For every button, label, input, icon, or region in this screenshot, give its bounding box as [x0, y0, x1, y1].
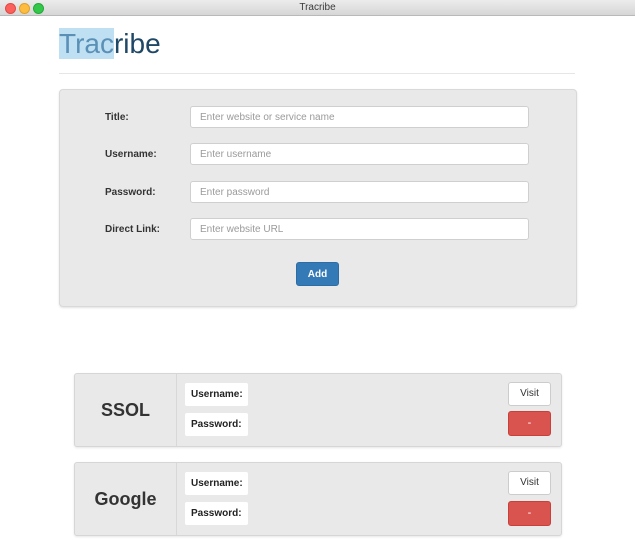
password-row: Password:	[60, 181, 576, 205]
remove-button[interactable]: -	[508, 501, 551, 526]
direct-link-input[interactable]	[190, 218, 529, 240]
direct-link-row: Direct Link:	[60, 218, 576, 242]
visit-button[interactable]: Visit	[508, 382, 551, 406]
username-field-label: Username:	[191, 389, 243, 400]
password-input[interactable]	[190, 181, 529, 203]
entry-name: SSOL	[75, 374, 177, 446]
username-label: Username:	[105, 149, 157, 160]
password-field[interactable]: Password:	[185, 502, 248, 525]
title-label: Title:	[105, 112, 129, 123]
username-field[interactable]: Username:	[185, 383, 248, 406]
username-input[interactable]	[190, 143, 529, 165]
password-label: Password:	[105, 187, 156, 198]
direct-link-label: Direct Link:	[105, 224, 161, 235]
password-field-label: Password:	[191, 508, 242, 519]
title-row: Title:	[60, 106, 576, 130]
entry-name: Google	[75, 463, 177, 535]
logo-text: ribe	[113, 28, 161, 59]
header-divider	[59, 73, 575, 74]
password-field-label: Password:	[191, 419, 242, 430]
add-button[interactable]: Add	[296, 262, 339, 286]
username-field-label: Username:	[191, 478, 243, 489]
title-input[interactable]	[190, 106, 529, 128]
username-row: Username:	[60, 143, 576, 167]
logo-selected-text: Trac	[59, 28, 114, 59]
entry-card-ssol: SSOL Username: Password: Visit -	[74, 373, 562, 447]
username-field[interactable]: Username:	[185, 472, 248, 495]
visit-button[interactable]: Visit	[508, 471, 551, 495]
window-title: Tracribe	[299, 2, 336, 13]
remove-button[interactable]: -	[508, 411, 551, 436]
window-titlebar: Tracribe	[0, 0, 635, 16]
entry-card-google: Google Username: Password: Visit -	[74, 462, 562, 536]
app-logo: Tracribe	[59, 26, 161, 62]
add-entry-form: Title: Username: Password: Direct Link: …	[59, 89, 577, 307]
password-field[interactable]: Password:	[185, 413, 248, 436]
